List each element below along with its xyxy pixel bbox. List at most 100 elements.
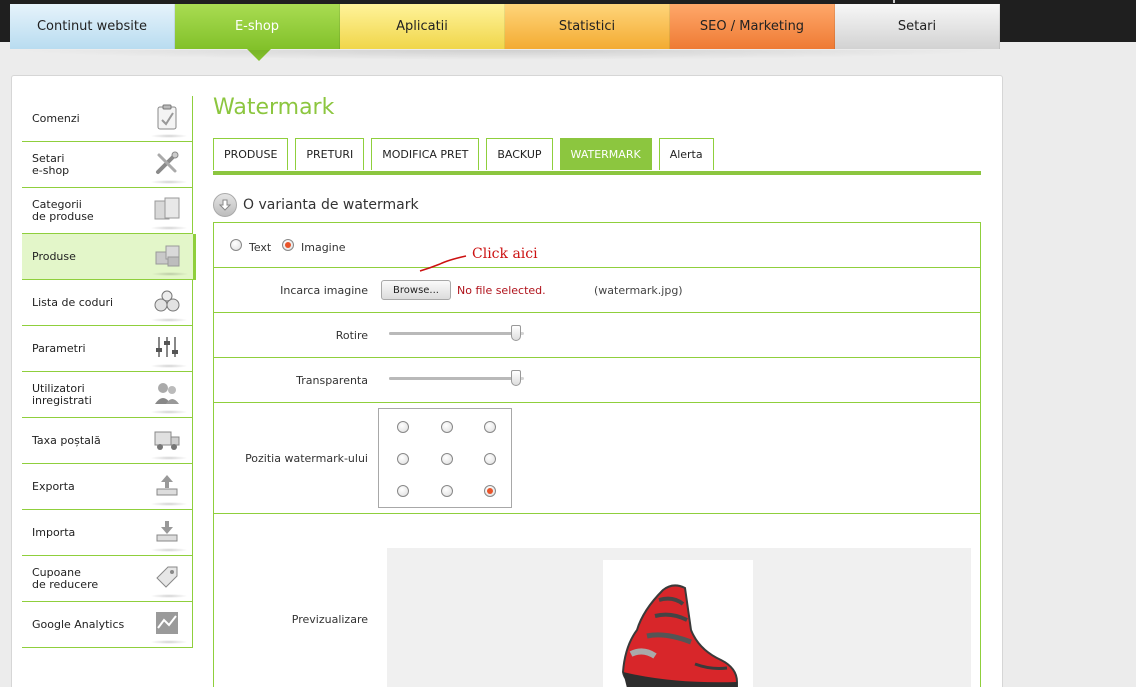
annotation-pointer-line	[419, 255, 467, 272]
sidebar-item-label: Utilizatori	[32, 381, 85, 395]
sidebar-item-label: Lista de coduri	[32, 295, 114, 309]
section-title: O varianta de watermark	[243, 197, 419, 213]
rotation-row: Rotire	[214, 313, 980, 358]
sidebar-item-label: Google Analytics	[32, 617, 125, 631]
sidebar-item-label-line2: de reducere	[32, 577, 99, 591]
top-bar-marker	[893, 0, 895, 3]
position-top-right[interactable]	[484, 421, 496, 433]
sidebar-item-label-line2: e-shop	[32, 163, 70, 177]
preview-image-shoe	[603, 560, 753, 687]
folder-icon	[150, 194, 188, 230]
subtab-underline	[213, 171, 981, 175]
tab-alerta[interactable]: Alerta	[658, 138, 714, 170]
radio-text-label: Text	[249, 241, 272, 254]
sidebar-item-parametri[interactable]: Parametri	[22, 326, 192, 372]
tab-backup[interactable]: BACKUP	[486, 138, 553, 170]
tab-modifica-pret[interactable]: MODIFICA PRET	[371, 138, 480, 170]
upload-label: Incarca imagine	[280, 284, 368, 297]
position-middle-left[interactable]	[397, 453, 409, 465]
browse-button[interactable]: Browse...	[381, 280, 451, 300]
sidebar-item-utilizatori[interactable]: Utilizatori inregistrati	[22, 372, 192, 418]
nav-tab-seo-marketing[interactable]: SEO / Marketing	[670, 4, 835, 49]
sidebar-item-categorii[interactable]: Categorii de produse	[22, 188, 192, 234]
truck-icon	[150, 424, 188, 460]
position-middle-right[interactable]	[484, 453, 496, 465]
no-file-text: No file selected.	[457, 284, 546, 297]
sidebar: Comenzi Setari e-shop Categorii de produse…	[22, 96, 196, 648]
nav-tab-continut-website[interactable]: Continut website	[10, 4, 175, 49]
nav-shadow	[10, 50, 1000, 60]
position-top-center[interactable]	[441, 421, 453, 433]
nav-tab-aplicatii[interactable]: Aplicatii	[340, 4, 505, 49]
transparency-label: Transparenta	[296, 374, 368, 387]
section-header[interactable]: O varianta de watermark	[213, 193, 419, 217]
annotation-click-here: Click aici	[472, 246, 538, 262]
users-icon	[150, 378, 188, 414]
radio-imagine[interactable]	[282, 239, 294, 251]
nav-tab-e-shop[interactable]: E-shop	[175, 4, 340, 61]
tools-icon	[150, 148, 188, 184]
current-file-name: (watermark.jpg)	[594, 284, 683, 297]
download-icon	[150, 516, 188, 552]
sidebar-item-setari-eshop[interactable]: Setari e-shop	[22, 142, 192, 188]
rotation-slider-fill	[389, 332, 516, 335]
transparency-slider-handle[interactable]	[510, 370, 521, 386]
tab-produse[interactable]: PRODUSE	[213, 138, 289, 170]
sidebar-item-label: Produse	[32, 249, 76, 263]
position-top-left[interactable]	[397, 421, 409, 433]
position-bottom-right[interactable]	[484, 485, 496, 497]
position-bottom-left[interactable]	[397, 485, 409, 497]
subtabs: PRODUSE PRETURI MODIFICA PRET BACKUP WAT…	[213, 138, 721, 170]
transparency-slider-fill	[389, 377, 516, 380]
sidebar-item-exporta[interactable]: Exporta	[22, 464, 192, 510]
sidebar-item-label: Categorii	[32, 197, 82, 211]
position-label: Pozitia watermark-ului	[245, 452, 368, 465]
upload-row: Incarca imagine Browse... No file select…	[214, 268, 980, 313]
tab-preturi[interactable]: PRETURI	[295, 138, 365, 170]
sidebar-item-cupoane[interactable]: Cupoane de reducere	[22, 556, 192, 602]
rotation-label: Rotire	[335, 329, 368, 342]
tab-watermark[interactable]: WATERMARK	[559, 138, 652, 170]
position-grid	[378, 408, 512, 508]
upload-icon	[150, 470, 188, 506]
sidebar-item-label-line2: de produse	[32, 209, 94, 223]
transparency-row: Transparenta	[214, 358, 980, 403]
sidebar-item-label: Taxa poștală	[32, 433, 101, 447]
watermark-form: Text Imagine Incarca imagine Browse... N…	[213, 222, 981, 687]
nav-tab-statistici[interactable]: Statistici	[505, 4, 670, 49]
preview-row: Previzualizare	[214, 514, 980, 687]
position-center[interactable]	[441, 453, 453, 465]
sidebar-item-label-line2: inregistrati	[32, 393, 92, 407]
sidebar-item-importa[interactable]: Importa	[22, 510, 192, 556]
page-title: Watermark	[213, 95, 335, 120]
boxes-icon	[151, 240, 189, 276]
rotation-slider[interactable]	[389, 325, 524, 341]
sidebar-item-label: Setari	[32, 151, 65, 165]
coins-icon	[150, 286, 188, 322]
sidebar-item-comenzi[interactable]: Comenzi	[22, 96, 192, 142]
sliders-icon	[150, 332, 188, 368]
preview-area	[387, 548, 971, 687]
nav-tab-setari[interactable]: Setari	[835, 4, 1000, 49]
sidebar-item-lista-coduri[interactable]: Lista de coduri	[22, 280, 192, 326]
arrow-down-icon[interactable]	[213, 193, 237, 217]
sidebar-item-taxa-postala[interactable]: Taxa poștală	[22, 418, 192, 464]
sidebar-item-label: Parametri	[32, 341, 86, 355]
rotation-slider-handle[interactable]	[510, 325, 521, 341]
main-navigation: Continut website E-shop Aplicatii Statis…	[10, 4, 1000, 61]
type-row: Text Imagine	[214, 223, 980, 268]
transparency-slider[interactable]	[389, 370, 524, 386]
sidebar-item-label: Exporta	[32, 479, 75, 493]
preview-label: Previzualizare	[291, 613, 368, 626]
chart-icon	[150, 608, 188, 644]
position-bottom-center[interactable]	[441, 485, 453, 497]
sidebar-item-label: Cupoane	[32, 565, 81, 579]
sidebar-item-produse[interactable]: Produse	[22, 234, 196, 280]
tag-icon	[150, 562, 188, 598]
sidebar-item-label: Importa	[32, 525, 76, 539]
clipboard-icon	[150, 102, 188, 138]
sidebar-item-google-analytics[interactable]: Google Analytics	[22, 602, 192, 648]
radio-imagine-label: Imagine	[301, 241, 346, 254]
radio-text[interactable]	[230, 239, 242, 251]
sidebar-item-label: Comenzi	[32, 111, 80, 125]
